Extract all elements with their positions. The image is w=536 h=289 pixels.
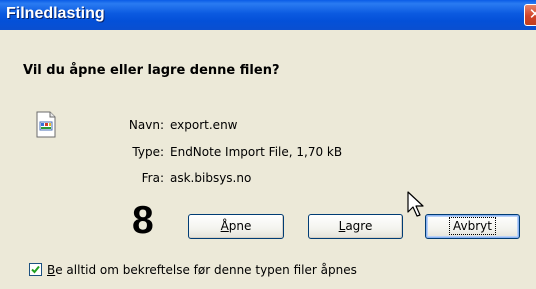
name-label: Navn: [128, 118, 164, 132]
file-document-icon [36, 111, 56, 138]
mouse-cursor-icon [407, 191, 424, 217]
type-label: Type: [132, 145, 164, 159]
close-button[interactable]: ✕ [524, 4, 536, 26]
from-label: Fra: [141, 171, 164, 185]
always-ask-checkbox[interactable] [29, 263, 42, 276]
close-icon: ✕ [528, 5, 536, 23]
from-value: ask.bibsys.no [170, 171, 252, 185]
cancel-button[interactable]: Avbryt [425, 214, 520, 239]
window-title: Filnedlasting [6, 5, 105, 22]
open-button-label: Åpne [220, 219, 252, 233]
name-value: export.enw [170, 118, 238, 132]
title-bar[interactable]: Filnedlasting ✕ [0, 0, 536, 30]
checkmark-icon [31, 265, 40, 274]
type-value: EndNote Import File, 1,70 kB [170, 145, 343, 159]
save-button[interactable]: Lagre [308, 214, 403, 239]
cancel-button-label: Avbryt [449, 217, 496, 235]
always-ask-label[interactable]: Be alltid om bekreftelse før denne typen… [47, 263, 357, 277]
open-button[interactable]: Åpne [188, 214, 284, 239]
dialog-question: Vil du åpne eller lagre denne filen? [23, 63, 280, 78]
step-number-annotation: 8 [132, 199, 154, 242]
save-button-label: Lagre [338, 219, 373, 233]
